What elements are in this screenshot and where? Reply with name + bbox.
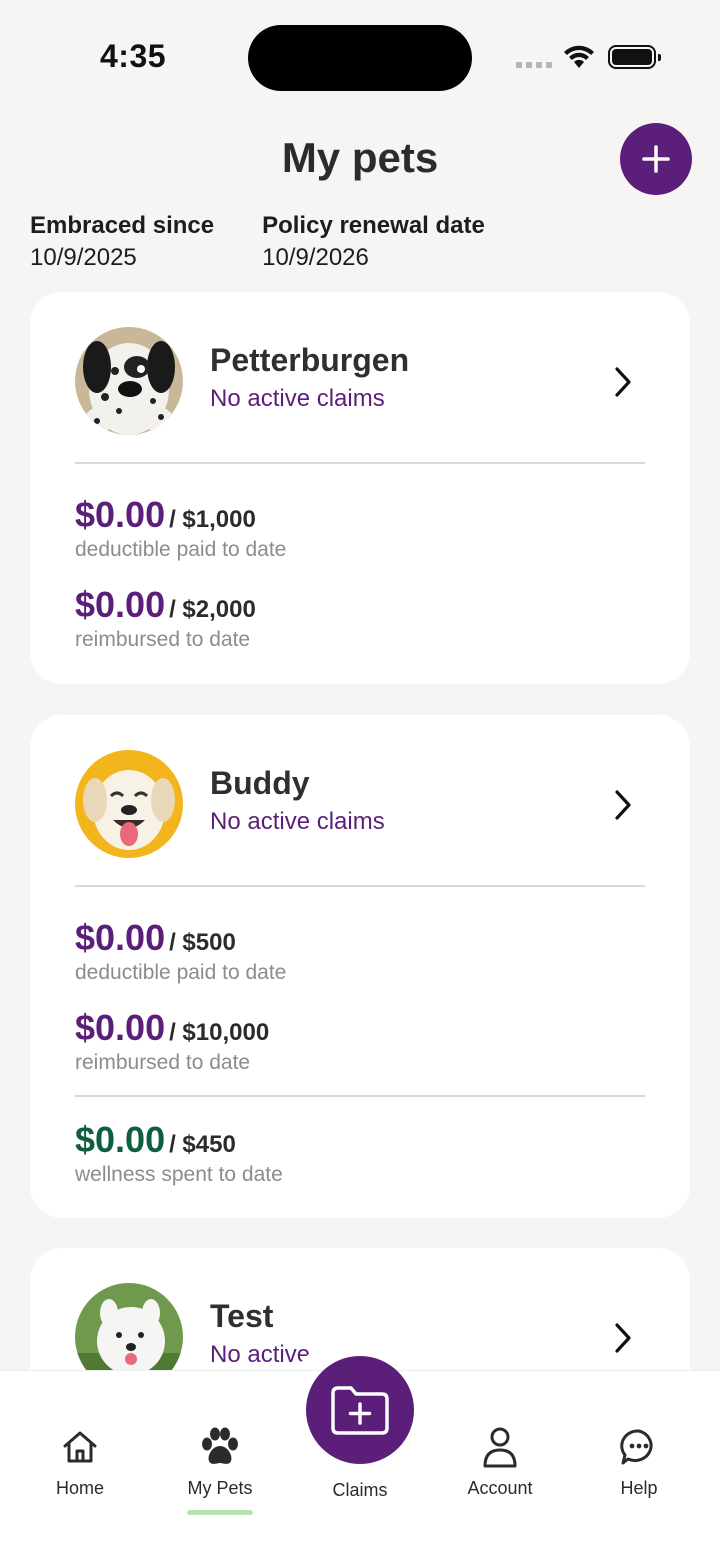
deductible-limit: / $1,000 [169, 506, 256, 533]
embraced-since: Embraced since 10/9/2025 [30, 212, 214, 272]
wellness-label: wellness spent to date [75, 1163, 283, 1186]
status-bar: 4:35 [0, 0, 720, 110]
wellness-spent: $0.00 [75, 1119, 166, 1160]
cellular-signal-icon [516, 62, 552, 68]
pet-claims-status: No active claims [210, 385, 385, 412]
add-pet-button[interactable] [620, 123, 692, 195]
nav-my-pets-label: My Pets [187, 1478, 253, 1498]
chevron-right-icon[interactable] [612, 1322, 634, 1354]
nav-home[interactable]: Home [20, 1422, 140, 1499]
deductible-paid: $0.00 [75, 494, 166, 535]
home-icon [63, 1431, 97, 1463]
deductible-paid: $0.00 [75, 917, 166, 958]
pet-name: Petterburgen [210, 342, 410, 378]
divider [75, 885, 645, 887]
nav-account[interactable]: Account [440, 1422, 560, 1499]
embraced-since-value: 10/9/2025 [30, 244, 137, 271]
pet-claims-status: No active claims [210, 808, 385, 835]
reimbursed-limit: / $2,000 [169, 596, 256, 623]
nav-help[interactable]: Help [579, 1422, 699, 1499]
pet-avatar [75, 327, 183, 435]
reimbursed-amount: $0.00 [75, 584, 166, 625]
chat-icon [620, 1429, 653, 1465]
pet-card-buddy[interactable]: Buddy No active claims $0.00/ $500 deduc… [30, 715, 690, 1218]
reimbursed-label: reimbursed to date [75, 628, 251, 651]
policy-info: Embraced since 10/9/2025 Policy renewal … [30, 212, 485, 272]
divider [75, 462, 645, 464]
nav-help-label: Help [620, 1478, 658, 1498]
chevron-right-icon[interactable] [612, 366, 634, 398]
page-title: My pets [281, 134, 439, 181]
dynamic-island [248, 25, 472, 91]
reimbursed-limit: / $10,000 [169, 1019, 270, 1046]
battery-icon [608, 45, 661, 69]
policy-renewal: Policy renewal date 10/9/2026 [262, 212, 485, 272]
deductible-label: deductible paid to date [75, 961, 287, 984]
deductible-stat: $0.00/ $1,000 deductible paid to date [30, 494, 690, 562]
pet-card-header[interactable]: Petterburgen No active claims [30, 292, 690, 462]
deductible-limit: / $500 [169, 929, 236, 956]
active-tab-indicator [187, 1510, 253, 1515]
deductible-label: deductible paid to date [75, 538, 287, 561]
reimbursed-label: reimbursed to date [75, 1051, 251, 1074]
nav-my-pets[interactable]: My Pets [160, 1422, 280, 1499]
reimbursed-stat: $0.00/ $10,000 reimbursed to date [30, 1007, 690, 1075]
reimbursed-stat: $0.00/ $2,000 reimbursed to date [30, 584, 690, 652]
reimbursed-amount: $0.00 [75, 1007, 166, 1048]
pet-card-header[interactable]: Buddy No active claims [30, 715, 690, 885]
nav-claims-label[interactable]: Claims [300, 1480, 420, 1501]
policy-renewal-value: 10/9/2026 [262, 244, 369, 271]
pet-name: Test [210, 1298, 274, 1334]
plus-icon [642, 145, 670, 173]
paw-icon [202, 1427, 238, 1464]
chevron-right-icon[interactable] [612, 789, 634, 821]
wellness-stat: $0.00/ $450 wellness spent to date [30, 1119, 690, 1187]
nav-account-label: Account [467, 1478, 533, 1498]
pet-name: Buddy [210, 765, 310, 801]
policy-renewal-label: Policy renewal date [262, 212, 485, 239]
embraced-since-label: Embraced since [30, 212, 215, 239]
status-time: 4:35 [100, 38, 167, 74]
claims-button[interactable] [306, 1356, 414, 1464]
wifi-icon [564, 45, 594, 68]
wellness-limit: / $450 [169, 1131, 236, 1158]
pet-avatar [75, 750, 183, 858]
nav-home-label: Home [55, 1478, 104, 1498]
deductible-stat: $0.00/ $500 deductible paid to date [30, 917, 690, 985]
folder-plus-icon [331, 1386, 389, 1435]
person-icon [483, 1427, 517, 1468]
pet-card-petterburgen[interactable]: Petterburgen No active claims $0.00/ $1,… [30, 292, 690, 684]
divider [75, 1095, 645, 1097]
